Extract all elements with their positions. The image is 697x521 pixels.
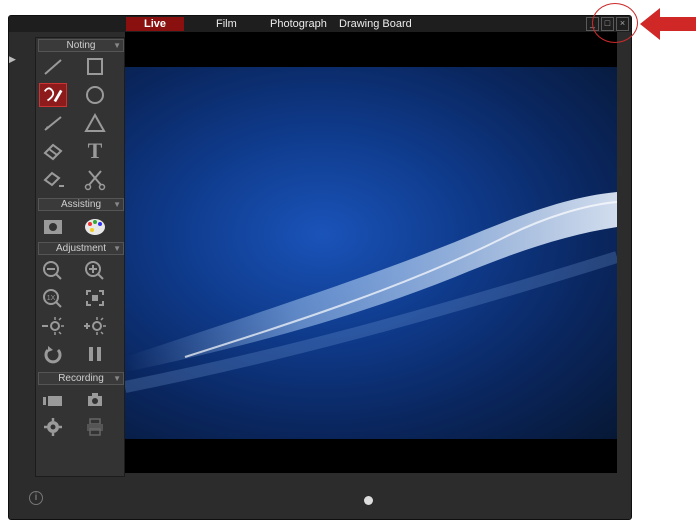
triangle-tool-button[interactable] xyxy=(81,111,109,135)
text-tool-glyph: T xyxy=(87,138,103,163)
text-tool-button[interactable]: T xyxy=(81,139,109,163)
color-palette-tool-button[interactable] xyxy=(81,215,109,239)
print-button[interactable] xyxy=(81,415,109,439)
chevron-down-icon: ▼ xyxy=(113,200,121,209)
status-bar: i xyxy=(9,483,631,519)
eraser-tool-button[interactable] xyxy=(39,139,67,163)
photo-capture-button[interactable] xyxy=(81,388,109,412)
zoom-1x-label: 1X xyxy=(47,295,56,302)
section-assisting[interactable]: Assisting ▼ xyxy=(38,198,124,211)
freehand-pen-tool-button[interactable] xyxy=(39,83,67,107)
section-assisting-label: Assisting xyxy=(60,199,101,210)
section-adjustment[interactable]: Adjustment ▼ xyxy=(38,242,124,255)
page-indicator-dot[interactable] xyxy=(364,496,373,505)
tool-panel: Noting ▼ T Assisting ▼ Adjustment ▼ 1X R… xyxy=(35,37,125,477)
rotate-button[interactable] xyxy=(39,342,67,366)
tab-photograph[interactable]: Photograph xyxy=(264,17,333,31)
app-window: Live Film Photograph Drawing Board _ □ ×… xyxy=(8,15,632,520)
chevron-down-icon: ▼ xyxy=(113,374,121,383)
section-noting[interactable]: Noting ▼ xyxy=(38,39,124,52)
mask-tool-button[interactable] xyxy=(39,215,67,239)
pause-button[interactable] xyxy=(81,342,109,366)
video-record-button[interactable] xyxy=(39,388,67,412)
info-icon[interactable]: i xyxy=(29,491,43,505)
brightness-down-button[interactable] xyxy=(39,314,67,338)
collapse-toolbar-arrow-icon[interactable]: ▶ xyxy=(9,54,17,66)
zoom-in-button[interactable] xyxy=(81,258,109,282)
rectangle-tool-button[interactable] xyxy=(81,55,109,79)
chevron-down-icon: ▼ xyxy=(113,244,121,253)
zoom-fit-button[interactable] xyxy=(81,286,109,310)
title-bar: Live Film Photograph Drawing Board _ □ × xyxy=(9,16,631,32)
section-noting-label: Noting xyxy=(66,40,96,51)
camera-feed-image xyxy=(125,67,617,439)
live-view-area[interactable] xyxy=(125,32,617,473)
section-recording[interactable]: Recording ▼ xyxy=(38,372,124,385)
scissors-tool-button[interactable] xyxy=(81,167,109,191)
annotation-circle xyxy=(592,3,638,43)
section-adjustment-label: Adjustment xyxy=(55,243,107,254)
circle-tool-button[interactable] xyxy=(81,83,109,107)
section-recording-label: Recording xyxy=(58,373,104,384)
line-tool-button[interactable] xyxy=(39,55,67,79)
tab-live[interactable]: Live xyxy=(126,17,184,31)
clear-all-tool-button[interactable] xyxy=(39,167,67,191)
settings-gear-icon[interactable] xyxy=(39,415,67,439)
zoom-out-button[interactable] xyxy=(39,258,67,282)
arrow-tool-button[interactable] xyxy=(39,111,67,135)
annotation-arrow-icon xyxy=(640,8,696,40)
zoom-1x-button[interactable]: 1X xyxy=(39,286,67,310)
tab-drawing-board[interactable]: Drawing Board xyxy=(333,17,418,31)
tab-film[interactable]: Film xyxy=(210,17,243,31)
chevron-down-icon: ▼ xyxy=(113,41,121,50)
brightness-up-button[interactable] xyxy=(81,314,109,338)
